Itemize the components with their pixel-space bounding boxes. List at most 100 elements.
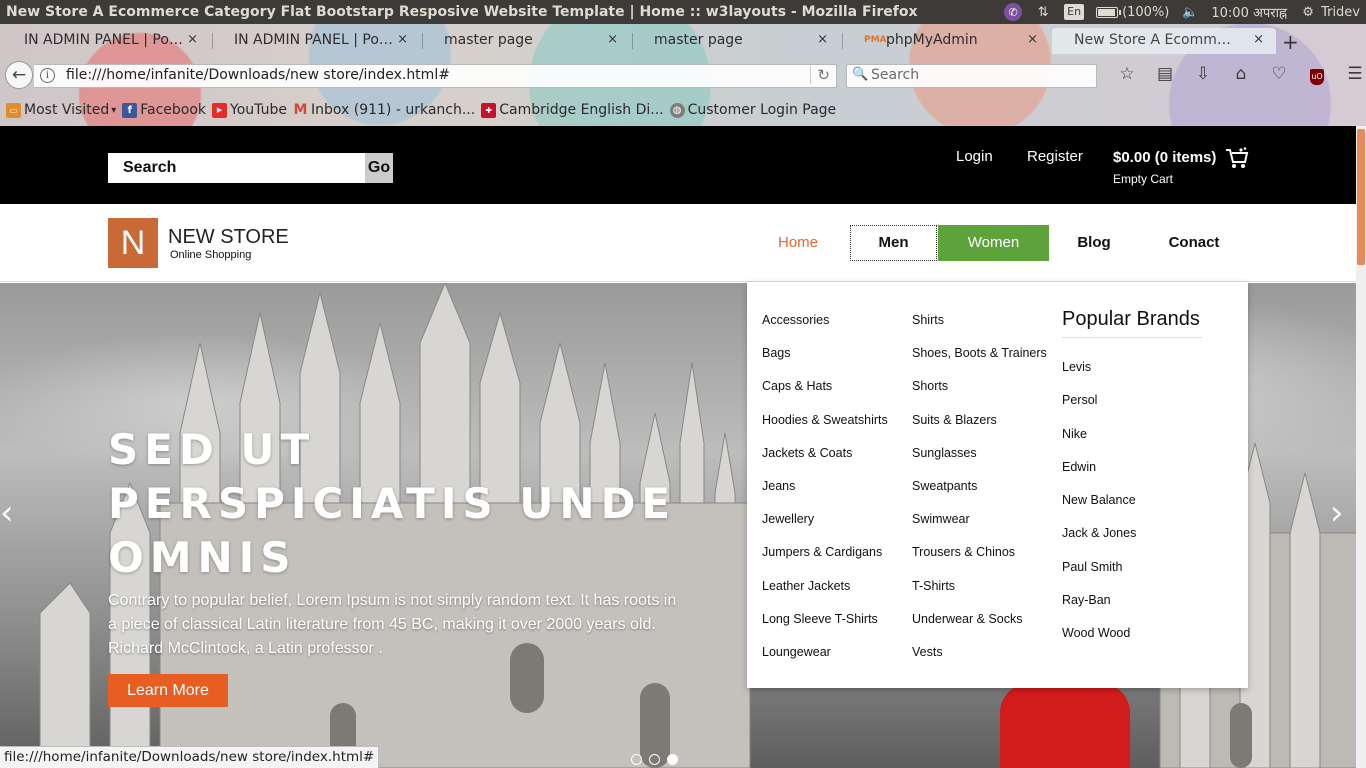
site-top-bar: Go Login Register $0.00 (0 items) Empty …: [0, 126, 1366, 204]
back-arrow-icon[interactable]: ←: [5, 61, 33, 89]
close-tab-icon[interactable]: ×: [397, 28, 408, 52]
tab-master-page-2[interactable]: master page ×: [630, 28, 840, 54]
tab-admin-panel-1[interactable]: IN ADMIN PANEL | Pow... ×: [0, 28, 210, 54]
brand-item[interactable]: Ray-Ban: [1062, 584, 1202, 617]
site-header: N NEW STORE Online Shopping Home Men Wom…: [0, 204, 1366, 282]
brand-item[interactable]: Levis: [1062, 351, 1202, 384]
empty-cart-link[interactable]: Empty Cart: [1113, 172, 1173, 186]
mega-menu-item[interactable]: Underwear & Socks: [912, 603, 1047, 636]
bookmark-label: Most Visited: [24, 102, 110, 118]
logo-name[interactable]: NEW STORE: [168, 226, 289, 249]
close-tab-icon[interactable]: ×: [1253, 28, 1264, 52]
bookmark-customer-login[interactable]: ◍ Customer Login Page: [669, 102, 836, 118]
home-icon[interactable]: ⌂: [1222, 62, 1260, 86]
reload-icon[interactable]: ↻: [810, 66, 830, 84]
site-info-icon[interactable]: i: [40, 68, 55, 83]
logo-mark[interactable]: N: [108, 218, 158, 268]
hero-title: SED UT PERSPICIATIS UNDE OMNIS: [108, 423, 676, 585]
bookmark-star-icon[interactable]: ☆: [1108, 62, 1146, 86]
mega-menu-item[interactable]: Trousers & Chinos: [912, 536, 1047, 569]
shopping-cart-icon[interactable]: [1225, 146, 1249, 174]
mega-menu-item[interactable]: Loungewear: [762, 636, 888, 669]
brand-item[interactable]: Edwin: [1062, 451, 1202, 484]
slider-prev-arrow-icon[interactable]: ‹: [0, 493, 14, 533]
mega-menu-item[interactable]: Sweatpants: [912, 470, 1047, 503]
brand-item[interactable]: Paul Smith: [1062, 551, 1202, 584]
tab-master-page-1[interactable]: master page ×: [420, 28, 630, 54]
download-icon[interactable]: ⇩: [1184, 62, 1222, 86]
user-name[interactable]: Tridev: [1321, 5, 1360, 20]
bookmark-facebook[interactable]: f Facebook: [122, 102, 206, 118]
mega-menu-item[interactable]: Suits & Blazers: [912, 404, 1047, 437]
mega-menu-item[interactable]: Shoes, Boots & Trainers: [912, 337, 1047, 370]
register-link[interactable]: Register: [1027, 148, 1083, 165]
login-link[interactable]: Login: [956, 148, 993, 165]
keyboard-language[interactable]: En: [1064, 4, 1085, 20]
mega-menu-item[interactable]: Jeans: [762, 470, 888, 503]
pocket-icon[interactable]: ♡: [1260, 62, 1298, 86]
hamburger-menu-icon[interactable]: ☰: [1336, 62, 1366, 86]
cambridge-icon: ✚: [481, 102, 497, 118]
tab-admin-panel-2[interactable]: IN ADMIN PANEL | Pow... ×: [210, 28, 420, 54]
tab-phpmyadmin[interactable]: PMA phpMyAdmin ×: [840, 28, 1050, 54]
viber-icon[interactable]: ✆: [1004, 3, 1023, 21]
brand-item[interactable]: Nike: [1062, 418, 1202, 451]
mega-menu-item[interactable]: Shorts: [912, 370, 1047, 403]
mega-menu-item[interactable]: Caps & Hats: [762, 370, 888, 403]
brand-item[interactable]: Wood Wood: [1062, 617, 1202, 650]
brand-item[interactable]: New Balance: [1062, 484, 1202, 517]
slider-dot[interactable]: [631, 754, 642, 765]
nav-women[interactable]: Women: [938, 225, 1049, 261]
mega-menu-item[interactable]: Hoodies & Sweatshirts: [762, 404, 888, 437]
clock[interactable]: 10:00 अपराह्न: [1211, 3, 1287, 21]
mega-menu-item[interactable]: Leather Jackets: [762, 570, 888, 603]
mega-menu-item[interactable]: Bags: [762, 337, 888, 370]
network-arrows-icon[interactable]: ⇅: [1034, 4, 1052, 20]
close-tab-icon[interactable]: ×: [1027, 28, 1038, 52]
mega-menu-item[interactable]: Shirts: [912, 304, 1047, 337]
mega-menu-item[interactable]: Sunglasses: [912, 437, 1047, 470]
learn-more-button[interactable]: Learn More: [108, 674, 228, 707]
cart-total[interactable]: $0.00 (0 items): [1113, 149, 1216, 166]
close-tab-icon[interactable]: ×: [187, 28, 198, 52]
site-search-input[interactable]: [108, 153, 365, 183]
brand-item[interactable]: Jack & Jones: [1062, 517, 1202, 550]
nav-contact[interactable]: Conact: [1156, 225, 1232, 261]
bookmark-cambridge[interactable]: ✚ Cambridge English Di...: [481, 102, 664, 118]
close-tab-icon[interactable]: ×: [817, 28, 828, 52]
mega-menu-item[interactable]: Accessories: [762, 304, 888, 337]
popular-brands-title: Popular Brands: [1062, 308, 1202, 338]
battery-icon[interactable]: [1096, 6, 1122, 18]
brand-item[interactable]: Persol: [1062, 384, 1202, 417]
close-tab-icon[interactable]: ×: [607, 28, 618, 52]
slider-next-arrow-icon[interactable]: ›: [1330, 493, 1344, 533]
slider-dot[interactable]: [649, 754, 660, 765]
mega-menu-item[interactable]: T-Shirts: [912, 570, 1047, 603]
url-text[interactable]: file:///home/infanite/Downloads/new stor…: [66, 67, 450, 83]
mega-menu-item[interactable]: Jewellery: [762, 503, 888, 536]
ublock-icon[interactable]: uO: [1298, 62, 1336, 86]
window-title: New Store A Ecommerce Category Flat Boot…: [6, 4, 918, 20]
volume-icon[interactable]: 🔈: [1181, 4, 1199, 20]
mega-menu-item[interactable]: Long Sleeve T-Shirts: [762, 603, 888, 636]
bookmark-youtube[interactable]: ▶ YouTube: [212, 102, 287, 118]
page-scrollbar-thumb[interactable]: [1357, 129, 1365, 265]
mega-menu-item[interactable]: Jumpers & Cardigans: [762, 536, 888, 569]
browser-search-bar[interactable]: 🔍 Search: [846, 64, 1097, 88]
search-go-button[interactable]: Go: [365, 153, 393, 183]
url-bar[interactable]: i file:///home/infanite/Downloads/new st…: [34, 64, 837, 88]
slider-dot[interactable]: [667, 754, 678, 765]
nav-home[interactable]: Home: [760, 225, 836, 261]
mega-menu-item[interactable]: Swimwear: [912, 503, 1047, 536]
mega-menu-item[interactable]: Jackets & Coats: [762, 437, 888, 470]
reader-view-icon[interactable]: ▤: [1146, 62, 1184, 86]
search-icon: 🔍: [852, 67, 869, 82]
bookmark-most-visited[interactable]: ▭ Most Visited ▾: [6, 102, 116, 118]
nav-men[interactable]: Men: [850, 225, 937, 261]
mega-menu-item[interactable]: Vests: [912, 636, 1047, 669]
settings-gear-icon[interactable]: ⚙: [1299, 4, 1317, 20]
tab-new-store-active[interactable]: New Store A Ecommer... ×: [1052, 28, 1276, 54]
bookmark-gmail-inbox[interactable]: M Inbox (911) - urkanch...: [293, 102, 476, 118]
nav-blog[interactable]: Blog: [1056, 225, 1132, 261]
new-tab-plus-icon[interactable]: +: [1282, 30, 1299, 54]
